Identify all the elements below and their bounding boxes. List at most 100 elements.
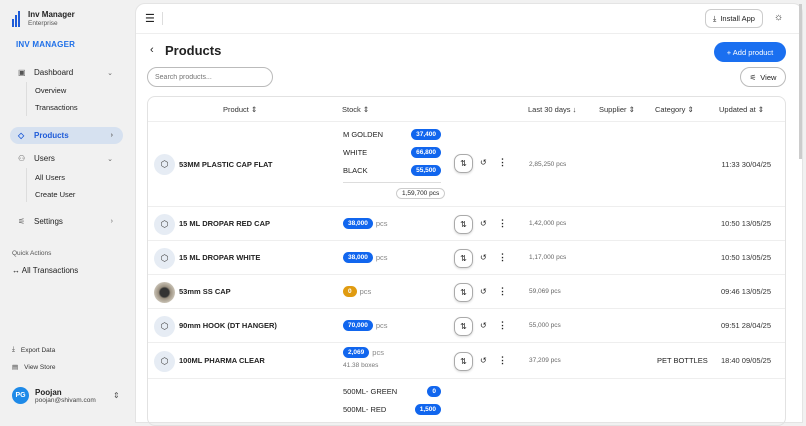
user-menu[interactable]: PG Poojan poojan@shivam.com [12,387,96,404]
label: Users [34,154,55,163]
back-icon[interactable]: ‹ [150,44,154,56]
col-product[interactable]: Product ⇕ [223,97,257,122]
label: Dashboard [34,68,74,77]
adjust-stock-button[interactable]: ⇅ [454,282,473,302]
label: View [760,72,777,82]
history-icon[interactable]: ↺ [480,253,487,262]
sidebar-item-settings[interactable]: ⚟ Settings › [10,213,123,230]
product-name[interactable]: 15 ML DROPAR WHITE [179,253,260,262]
more-icon[interactable]: ⋮ [498,286,507,297]
user-email: poojan@shivam.com [35,396,96,404]
brand[interactable]: Inv Manager Enterprise [12,10,75,27]
last30-value: 55,000 pcs [529,322,561,329]
product-name[interactable]: 100ML PHARMA CLEAR [179,356,265,365]
last30-value: 37,209 pcs [529,357,561,364]
adjust-stock-button[interactable]: ⇅ [454,214,473,234]
product-name[interactable]: 53mm SS CAP [179,287,231,296]
history-icon[interactable]: ↺ [480,356,487,365]
stock-badge: 70,000 [343,320,373,331]
variant: 500ML- RED 1,500 [343,404,441,415]
updated-at: 10:50 13/05/25 [720,219,771,228]
all-transactions-link[interactable]: ↔ All Transactions [12,266,78,275]
stock-badge: 38,000 [343,252,373,263]
more-icon[interactable]: ⋮ [498,320,507,331]
scrollbar[interactable] [799,4,802,159]
menu-icon[interactable]: ☰ [145,12,155,25]
table-row[interactable]: ⬡ 90mm HOOK (DT HANGER) 70,000 pcs ⇅ ↺ ⋮ … [148,309,785,343]
table-row[interactable]: ⬡ 100ML PHARMA CLEAR 2,069 pcs 41.38 boxe… [148,343,785,379]
view-button[interactable]: ⚟ View [740,67,786,87]
brand-subtitle: Enterprise [28,20,58,27]
product-name[interactable]: 15 ML DROPAR RED CAP [179,219,270,228]
more-icon[interactable]: ⋮ [498,355,507,366]
add-product-button[interactable]: + Add product [714,42,786,62]
sidebar-item-create-user[interactable]: Create User [35,190,75,199]
download-icon: ⤓ [12,346,15,353]
stock: 70,000 pcs [343,320,388,331]
chevron-down-icon: ⌄ [107,69,113,77]
updated-at: 09:51 28/04/25 [720,321,771,330]
adjust-stock-button[interactable]: ⇅ [454,351,473,371]
table-row[interactable]: 53mm SS CAP 0 pcs ⇅ ↺ ⋮ 59,069 pcs 09:46 … [148,275,785,309]
updated-at: 09:46 13/05/25 [720,287,771,296]
variant: 500ML- GREEN 0 [343,386,441,397]
more-icon[interactable]: ⋮ [498,252,507,263]
label: Export Data [20,346,56,354]
product-name[interactable]: 53MM PLASTIC CAP FLAT [179,160,272,169]
export-data-link[interactable]: ⤓ Export Data [12,346,55,354]
col-last30[interactable]: Last 30 days ↓ [528,97,576,122]
topbar: ☰ ⤓ Install App ☼ [136,4,802,34]
updated-at: 18:40 09/05/25 [720,356,771,365]
variant: BLACK 55,500 [343,165,441,176]
chevron-updown-icon[interactable]: ⇕ [113,391,120,400]
unit: pcs [375,219,388,228]
col-supplier[interactable]: Supplier ⇕ [599,97,635,122]
unit: pcs [375,321,388,330]
table-row[interactable]: ⬡ 15 ML DROPAR WHITE 38,000 pcs ⇅ ↺ ⋮ 1,1… [148,241,785,275]
updated-at: 10:50 13/05/25 [720,253,771,262]
unit: pcs [359,287,372,296]
history-icon[interactable]: ↺ [480,158,487,167]
store-icon: ▤ [12,364,19,371]
sidebar-item-products[interactable]: ◇ Products › [10,127,123,144]
install-app-button[interactable]: ⤓ Install App [705,9,763,28]
history-icon[interactable]: ↺ [480,287,487,296]
variant: WHITE 66,800 [343,147,441,158]
sidebar-item-transactions[interactable]: Transactions [35,103,78,112]
search-input[interactable] [147,67,273,87]
box-icon: ⬡ [154,154,175,175]
box-icon: ⬡ [154,315,175,337]
col-stock[interactable]: Stock ⇕ [342,97,369,122]
unit: pcs [375,253,388,262]
table-row[interactable]: ⬡ 15 ML DROPAR RED CAP 38,000 pcs ⇅ ↺ ⋮ 1… [148,207,785,241]
adjust-stock-button[interactable]: ⇅ [454,316,473,336]
sidebar-item-users[interactable]: ⚇ Users ⌄ [10,150,123,167]
sidebar-item-overview[interactable]: Overview [35,86,66,95]
stock-badge: 2,069 [343,347,370,358]
box-icon: ⬡ [154,213,175,235]
table-row[interactable]: ⬡ 53MM PLASTIC CAP FLAT M GOLDEN 37,400 W… [148,122,785,207]
history-icon[interactable]: ↺ [480,321,487,330]
stock-badge: 38,000 [343,218,373,229]
stock: 0 pcs [343,286,371,297]
product-name[interactable]: 90mm HOOK (DT HANGER) [179,321,277,330]
adjust-stock-button[interactable]: ⇅ [454,154,473,173]
chevron-right-icon: › [110,132,113,139]
col-category[interactable]: Category ⇕ [655,97,694,122]
sidebar-item-dashboard[interactable]: ▣ Dashboard ⌄ [10,64,123,81]
chevron-down-icon: ⌄ [107,155,113,163]
label: View Store [24,363,56,371]
history-icon[interactable]: ↺ [480,219,487,228]
download-icon: ⤓ [713,13,717,23]
view-store-link[interactable]: ▤ View Store [12,363,56,372]
more-icon[interactable]: ⋮ [498,157,507,168]
more-icon[interactable]: ⋮ [498,218,507,229]
theme-toggle-icon[interactable]: ☼ [774,12,783,23]
col-updated[interactable]: Updated at ⇕ [719,97,764,122]
adjust-stock-button[interactable]: ⇅ [454,248,473,268]
label: Products [34,131,69,140]
table-row[interactable]: 500ML- GREEN 0 500ML- RED 1,500 [148,379,785,425]
category: PET BOTTLES [657,356,708,365]
sidebar-item-all-users[interactable]: All Users [35,173,65,182]
stock-total: 1,59,700 pcs [396,188,446,199]
